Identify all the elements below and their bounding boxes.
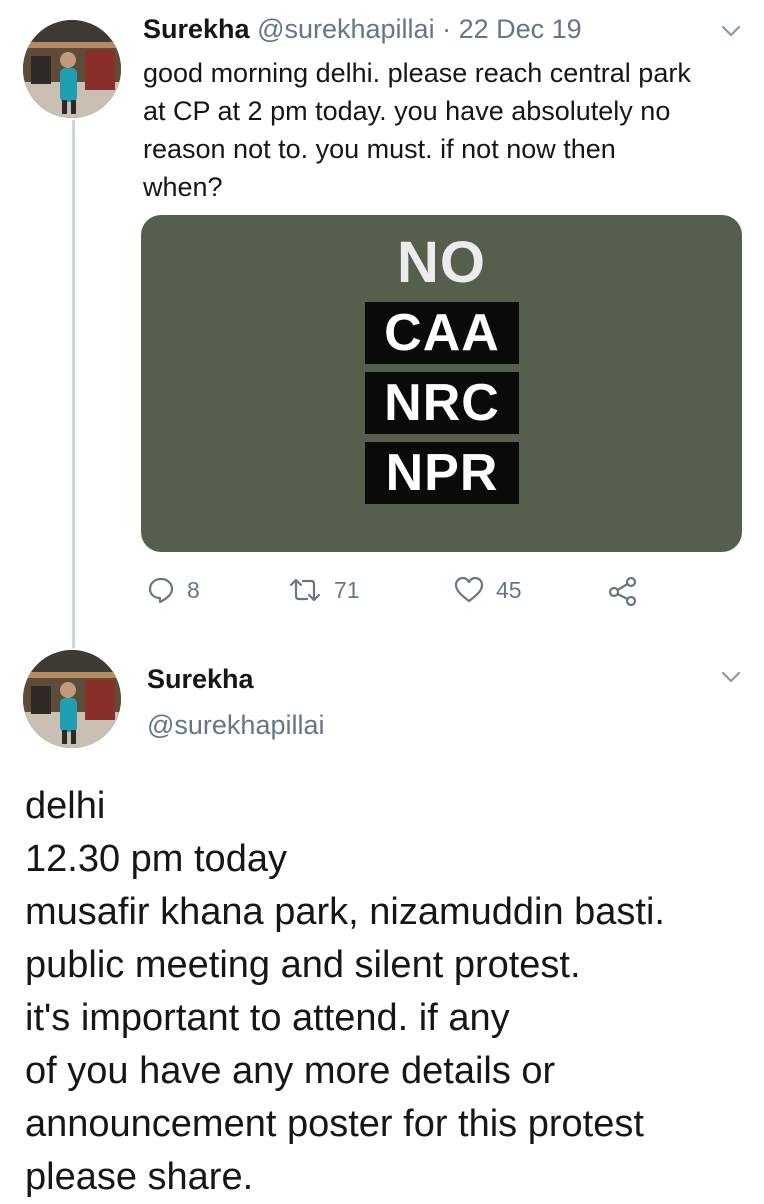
- reply-icon: [148, 577, 174, 604]
- thread-line: [72, 120, 75, 648]
- tweet-image[interactable]: NO CAA NRC NPR: [141, 215, 742, 552]
- author-handle[interactable]: @surekhapillai: [147, 710, 325, 741]
- image-headline: NO: [397, 230, 486, 295]
- image-tag-caa: CAA: [365, 302, 519, 364]
- author-handle[interactable]: @surekhapillai: [257, 14, 435, 44]
- tweet-actions: 8 71 45: [0, 572, 764, 612]
- author-name[interactable]: Surekha: [143, 14, 250, 44]
- chevron-down-icon[interactable]: [718, 664, 744, 690]
- share-icon: [608, 576, 637, 606]
- share-button[interactable]: [608, 576, 650, 606]
- author-name[interactable]: Surekha: [147, 664, 254, 695]
- avatar[interactable]: [23, 20, 121, 118]
- retweet-count: 71: [334, 576, 360, 603]
- tweet-text: good morning delhi. please reach central…: [143, 58, 691, 202]
- tweet-header: Surekha @surekhapillai · 22 Dec 19: [143, 14, 582, 45]
- like-count: 45: [496, 576, 522, 603]
- tweet-date[interactable]: · 22 Dec 19: [442, 14, 582, 44]
- chevron-down-icon[interactable]: [718, 18, 744, 44]
- heart-icon: [454, 576, 484, 603]
- reply-button[interactable]: 8: [147, 576, 200, 604]
- image-tag-npr: NPR: [365, 442, 519, 504]
- image-tag-nrc: NRC: [365, 372, 519, 434]
- retweet-icon: [289, 578, 321, 602]
- like-button[interactable]: 45: [454, 576, 522, 604]
- avatar[interactable]: [23, 650, 121, 748]
- reply-count: 8: [187, 576, 200, 603]
- retweet-button[interactable]: 71: [288, 576, 360, 604]
- tweet-text: delhi 12.30 pm today musafir khana park,…: [25, 785, 665, 1198]
